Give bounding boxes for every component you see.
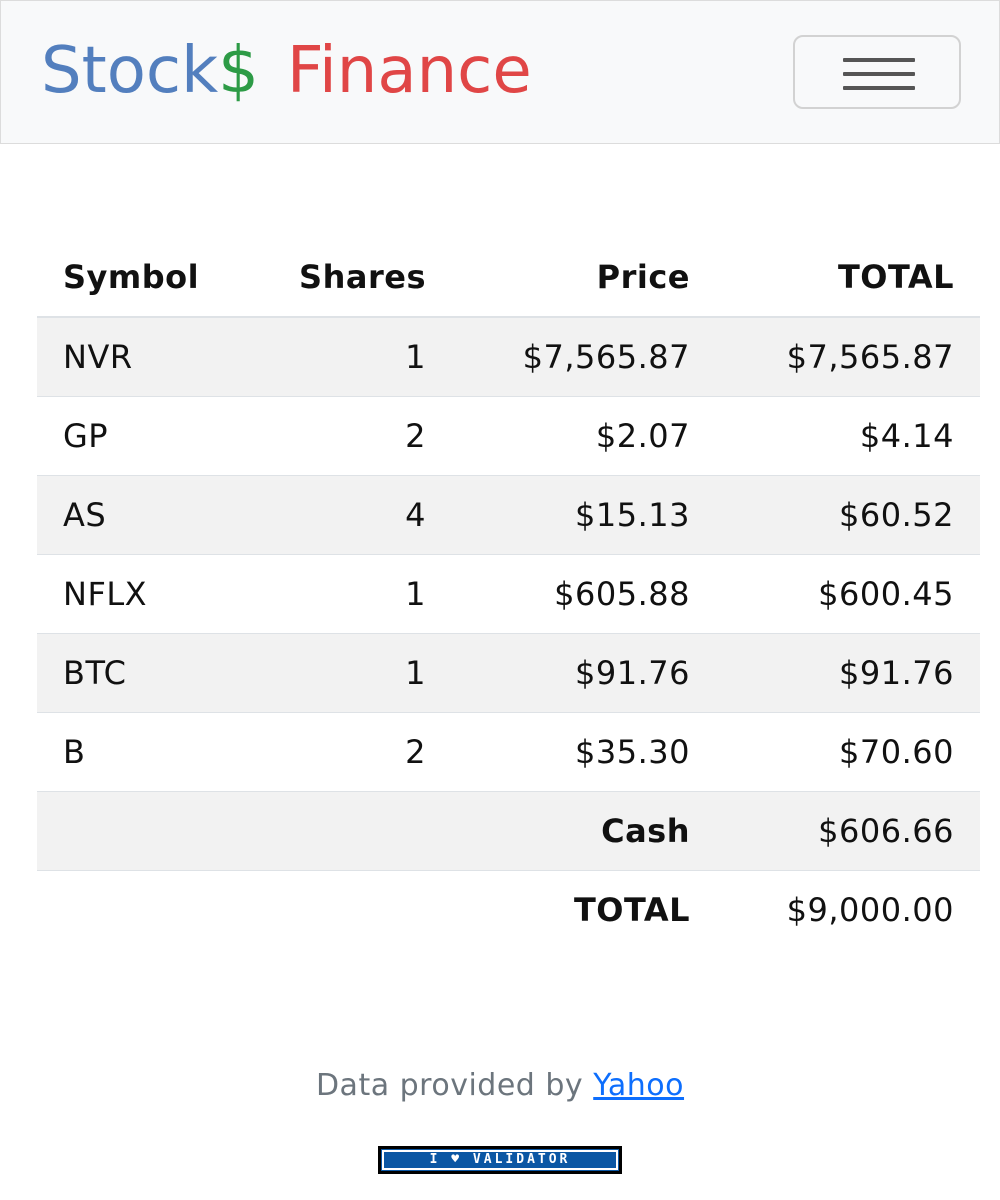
grand-total-row: TOTAL $9,000.00 xyxy=(37,870,980,949)
hamburger-menu-icon xyxy=(843,58,915,90)
brand-logo-link[interactable]: Stock$ Finance xyxy=(41,31,532,111)
cell-price: $15.13 xyxy=(452,475,716,555)
cell-symbol: NVR xyxy=(37,316,249,397)
cell-shares: 1 xyxy=(249,316,452,397)
cell-price: $7,565.87 xyxy=(452,316,716,397)
validator-badge[interactable]: I ♥ VALIDATOR xyxy=(378,1146,622,1174)
header-symbol: Symbol xyxy=(37,238,249,318)
cash-row: Cash $606.66 xyxy=(37,791,980,871)
table-row: NFLX 1 $605.88 $600.45 xyxy=(37,554,980,634)
cell-symbol: NFLX xyxy=(37,554,249,634)
cell-shares: 1 xyxy=(249,554,452,634)
cell-total: $7,565.87 xyxy=(716,316,980,397)
navbar-toggle-button[interactable] xyxy=(793,35,961,109)
table-row: GP 2 $2.07 $4.14 xyxy=(37,396,980,476)
brand-stock-text: Stock xyxy=(41,34,219,108)
cell-symbol: BTC xyxy=(37,633,249,713)
portfolio-table: Symbol Shares Price TOTAL NVR 1 $7,565.8… xyxy=(37,238,980,949)
cell-price: $91.76 xyxy=(452,633,716,713)
table-row: BTC 1 $91.76 $91.76 xyxy=(37,633,980,713)
cash-value: $606.66 xyxy=(716,791,980,871)
cell-shares: 1 xyxy=(249,633,452,713)
cell-total: $70.60 xyxy=(716,712,980,792)
cell-total: $91.76 xyxy=(716,633,980,713)
cell-shares: 4 xyxy=(249,475,452,555)
cell-symbol: AS xyxy=(37,475,249,555)
brand-dollar-text: $ xyxy=(218,34,259,108)
cell-symbol: B xyxy=(37,712,249,792)
table-header-row: Symbol Shares Price TOTAL xyxy=(37,238,980,318)
grand-total-label: TOTAL xyxy=(452,870,716,949)
cell-price: $2.07 xyxy=(452,396,716,476)
cell-price: $605.88 xyxy=(452,554,716,634)
header-price: Price xyxy=(452,238,716,318)
cell-total: $60.52 xyxy=(716,475,980,555)
brand-finance-text: Finance xyxy=(286,34,532,108)
table-row: B 2 $35.30 $70.60 xyxy=(37,712,980,792)
navbar: Stock$ Finance xyxy=(0,0,1000,144)
table-row: AS 4 $15.13 $60.52 xyxy=(37,475,980,555)
header-shares: Shares xyxy=(249,238,452,318)
cell-total: $600.45 xyxy=(716,554,980,634)
header-total: TOTAL xyxy=(716,238,980,318)
cell-shares: 2 xyxy=(249,712,452,792)
attribution-prefix: Data provided by xyxy=(315,1068,584,1103)
cell-total: $4.14 xyxy=(716,396,980,476)
cell-symbol: GP xyxy=(37,396,249,476)
data-attribution: Data provided by Yahoo xyxy=(0,1068,1000,1103)
yahoo-link[interactable]: Yahoo xyxy=(593,1068,684,1103)
cell-shares: 2 xyxy=(249,396,452,476)
grand-total-value: $9,000.00 xyxy=(716,870,980,949)
cell-price: $35.30 xyxy=(452,712,716,792)
table-row: NVR 1 $7,565.87 $7,565.87 xyxy=(37,316,980,397)
cash-label: Cash xyxy=(452,791,716,871)
